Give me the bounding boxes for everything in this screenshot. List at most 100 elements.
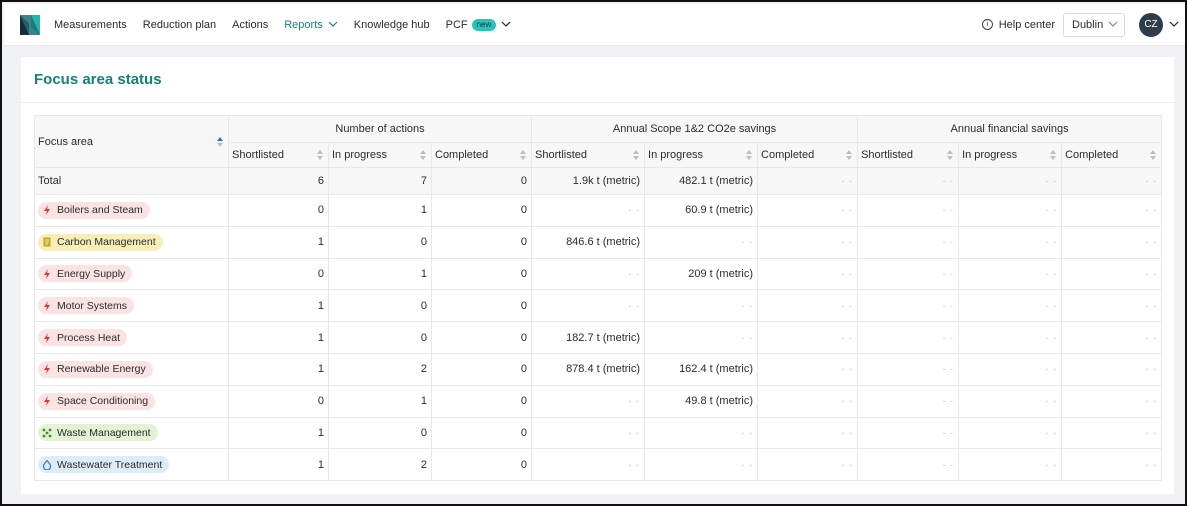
table-cell: 7: [328, 167, 432, 195]
focus-area-table: Focus area Number of actions Annual Scop…: [34, 115, 1163, 482]
sort-ascending-icon[interactable]: [217, 136, 223, 147]
focus-area-chip[interactable]: Carbon Management: [38, 233, 163, 251]
column-header-label: Completed: [761, 149, 815, 161]
focus-area-chip[interactable]: Energy Supply: [38, 265, 133, 283]
focus-area-chip[interactable]: Space Conditioning: [38, 392, 156, 410]
avatar[interactable]: CZ: [1139, 12, 1163, 37]
table-cell: 846.6 t (metric): [531, 225, 646, 259]
focus-area-label: Carbon Management: [57, 236, 156, 249]
total-label: Total: [34, 167, 229, 195]
table-cell: 0: [430, 384, 533, 418]
nav-item-measurements[interactable]: Measurements: [54, 19, 127, 31]
column-header-in-progress[interactable]: In progress: [328, 142, 432, 168]
column-header-completed[interactable]: Completed: [430, 142, 533, 168]
column-header-shortlisted[interactable]: Shortlisted: [531, 142, 646, 168]
table-row: Carbon Management 1 0 0 846.6 t (metric) - --…: [34, 225, 1163, 259]
table-cell: - -: [757, 416, 859, 450]
focus-area-label: Renewable Energy: [57, 363, 146, 376]
help-center-link[interactable]: i Help center: [981, 19, 1055, 31]
table-cell: - -: [857, 384, 960, 418]
column-header-label: Completed: [1065, 149, 1119, 161]
lightning-icon: [44, 205, 50, 216]
focus-area-chip[interactable]: Wastewater Treatment: [38, 456, 170, 474]
table-cell: 0: [328, 321, 432, 354]
table-cell: - -: [1061, 384, 1163, 418]
table-cell: - -: [958, 416, 1063, 450]
sort-icon[interactable]: [633, 150, 640, 160]
table-cell: - -: [857, 416, 960, 450]
sort-icon[interactable]: [1050, 150, 1057, 160]
app-logo[interactable]: [20, 14, 40, 35]
sort-icon[interactable]: [746, 150, 753, 160]
table-cell: 1: [228, 289, 329, 323]
nav-item-label: Reduction plan: [142, 18, 217, 31]
table-row: Motor Systems 1 0 0- -- -- -- -- -- -: [34, 289, 1163, 323]
focus-area-chip[interactable]: Process Heat: [38, 329, 128, 347]
sort-icon[interactable]: [846, 150, 853, 160]
column-header-label: Shortlisted: [861, 149, 914, 161]
sort-icon[interactable]: [947, 150, 954, 160]
column-header-in-progress[interactable]: In progress: [958, 142, 1063, 168]
table-cell: - -: [644, 289, 759, 323]
table-row: Boilers and Steam 0 1 0- -60.9 t (metric) - …: [34, 194, 1163, 227]
table-cell: - -: [644, 321, 759, 354]
column-header-label: In progress: [962, 149, 1018, 161]
focus-area-chip[interactable]: Renewable Energy: [38, 360, 153, 378]
table-cell: - -: [757, 225, 859, 259]
nav-item-reduction-plan[interactable]: Reduction plan: [143, 19, 216, 31]
column-header-completed[interactable]: Completed: [1061, 142, 1163, 168]
table-cell: 1: [228, 416, 329, 450]
column-header-in-progress[interactable]: In progress: [644, 142, 759, 168]
table-cell: - -: [757, 257, 859, 291]
table-cell: 0: [328, 225, 432, 259]
focus-area-chip[interactable]: Motor Systems: [38, 297, 135, 315]
table-cell: - -: [1061, 257, 1163, 291]
chevron-down-icon[interactable]: [1169, 21, 1179, 28]
group-header-financial-savings: Annual financial savings: [857, 115, 1163, 143]
sort-icon[interactable]: [520, 150, 527, 160]
table-cell: - -: [958, 167, 1063, 195]
table-cell: - -: [958, 289, 1063, 323]
site-select[interactable]: Dublin: [1063, 12, 1125, 37]
column-header-completed[interactable]: Completed: [757, 142, 859, 168]
lightning-icon: [44, 396, 50, 407]
nav-item-knowledge-hub[interactable]: Knowledge hub: [354, 19, 430, 31]
table-cell: 0: [328, 289, 432, 323]
focus-area-chip[interactable]: Waste Management: [38, 424, 158, 442]
nav-item-reports[interactable]: Reports: [284, 19, 338, 31]
nav-item-pcf[interactable]: PCF new: [446, 18, 512, 31]
table-cell: - -: [531, 384, 646, 418]
table-cell: 0: [328, 416, 432, 450]
sort-icon[interactable]: [1150, 150, 1157, 160]
table-cell: - -: [958, 225, 1063, 259]
focus-area-cell: Boilers and Steam: [34, 194, 229, 227]
column-header-shortlisted[interactable]: Shortlisted: [228, 142, 329, 168]
focus-area-label: Boilers and Steam: [57, 204, 143, 217]
column-header-focus-area[interactable]: Focus area: [34, 115, 229, 168]
table-cell: 6: [228, 167, 329, 195]
table-cell: - -: [531, 257, 646, 291]
table-cell: - -: [958, 321, 1063, 354]
table-cell: 878.4 t (metric): [531, 352, 646, 386]
column-header-label: Completed: [435, 149, 489, 161]
chevron-down-icon: [501, 21, 511, 27]
focus-area-cell: Wastewater Treatment: [34, 448, 229, 482]
focus-area-status-card: Focus area status Focus area Number of a…: [21, 57, 1174, 494]
sort-icon[interactable]: [420, 150, 426, 160]
nav-item-label: Knowledge hub: [353, 18, 430, 31]
chevron-down-icon: [328, 21, 338, 27]
recycle-icon: [42, 428, 52, 438]
sort-icon[interactable]: [317, 150, 323, 160]
table-row: Waste Management 1 0 0- -- -- -- -- -- -: [34, 416, 1163, 450]
table-cell: 1: [328, 194, 432, 227]
column-header-shortlisted[interactable]: Shortlisted: [857, 142, 960, 168]
table-cell: 1: [328, 384, 432, 418]
table-cell: - -: [757, 194, 859, 227]
nav-item-actions[interactable]: Actions: [232, 19, 268, 31]
table-cell: 0: [430, 352, 533, 386]
group-header-co2e-savings: Annual Scope 1&2 CO2e savings: [531, 115, 859, 143]
focus-area-chip[interactable]: Boilers and Steam: [38, 201, 150, 219]
info-icon: i: [981, 19, 993, 30]
table-cell: - -: [1061, 321, 1163, 354]
focus-area-label: Motor Systems: [57, 299, 128, 312]
